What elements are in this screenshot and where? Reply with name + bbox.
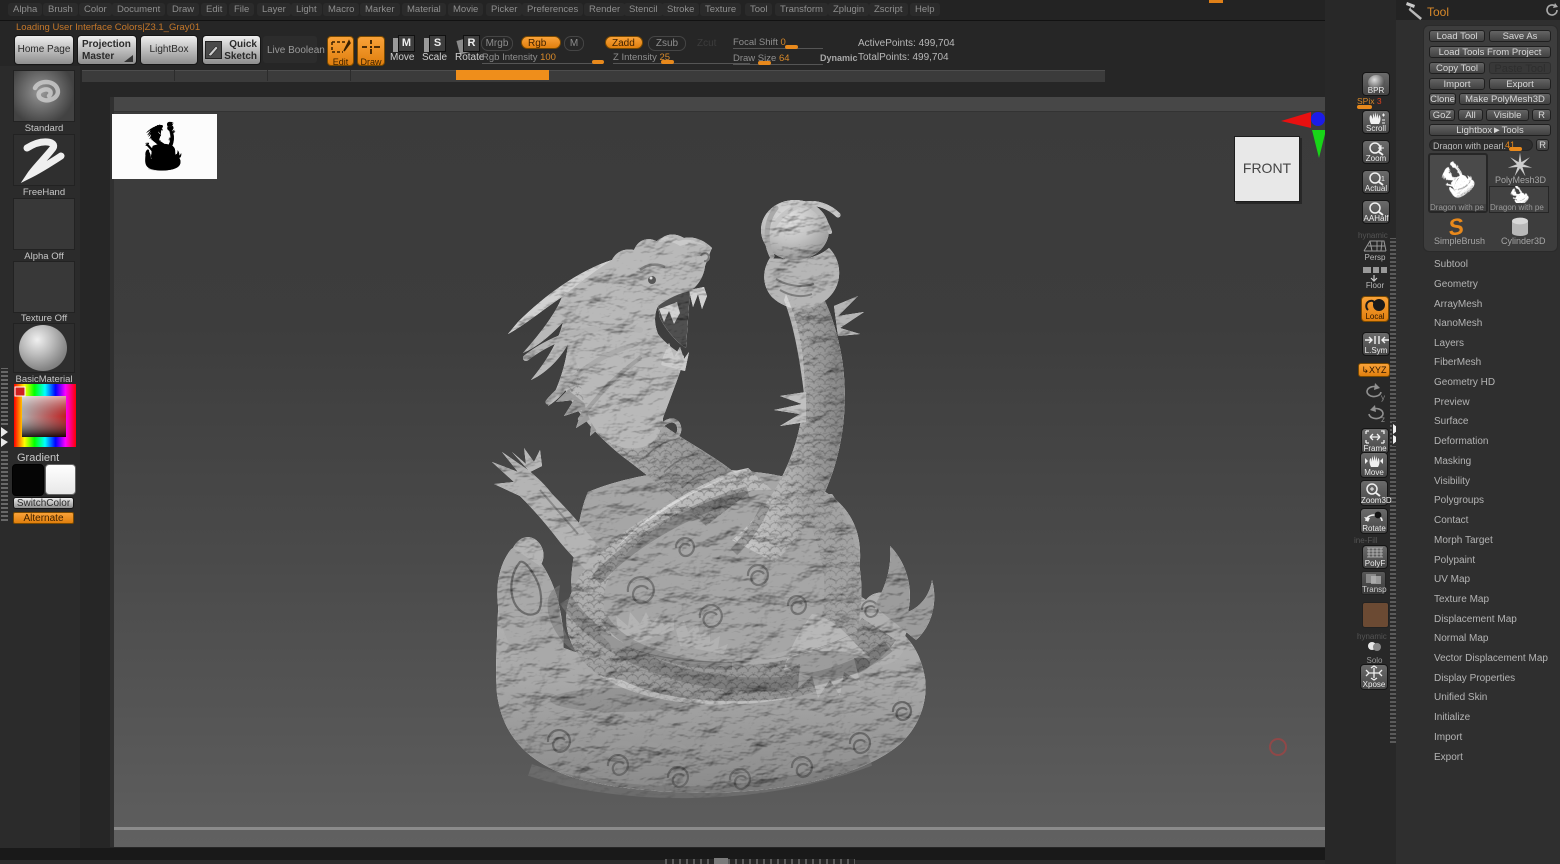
- svg-text:y: y: [1381, 393, 1385, 402]
- svg-text:z: z: [1381, 415, 1385, 424]
- svg-text::1: :1: [1379, 176, 1385, 183]
